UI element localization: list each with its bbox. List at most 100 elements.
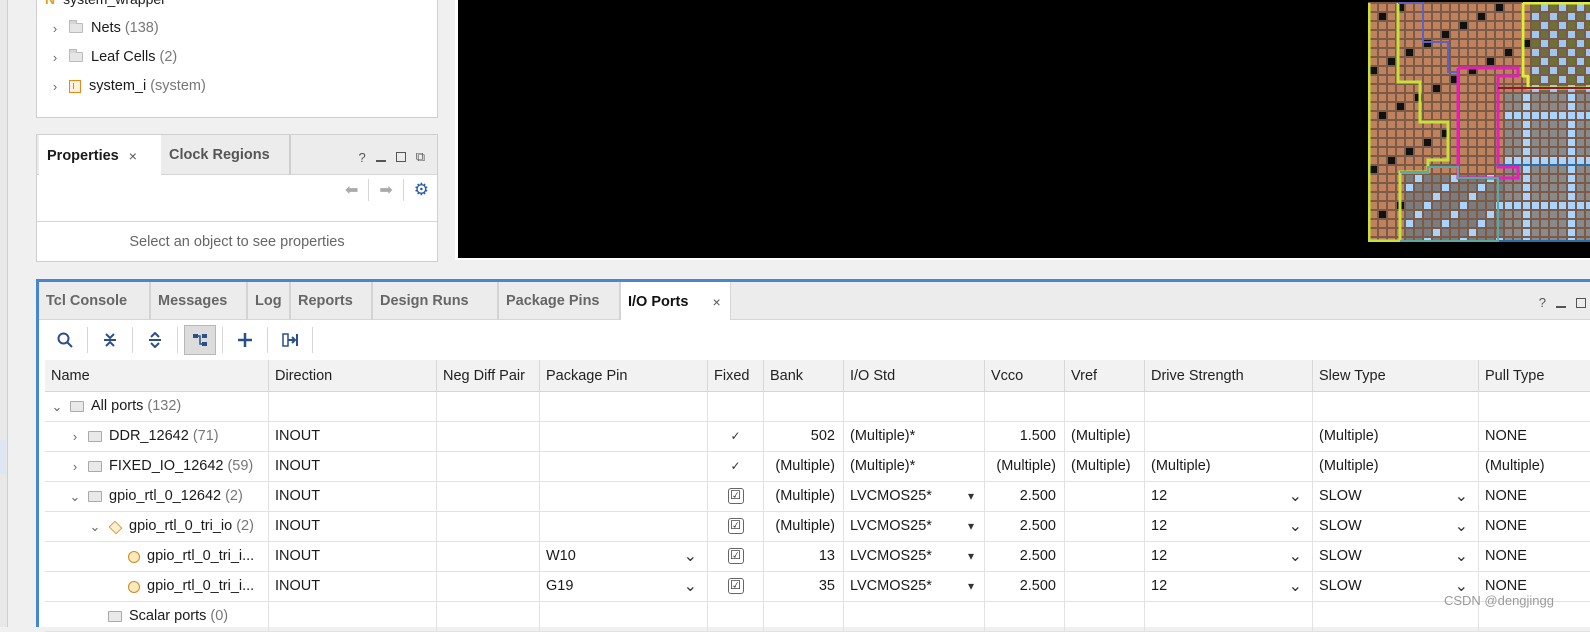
cell-vcco[interactable]: (Multiple) [985, 452, 1065, 481]
device-canvas[interactable] [458, 0, 1590, 258]
chevron-down-icon[interactable]: ⌄ [1289, 542, 1302, 571]
cell-neg[interactable] [437, 572, 540, 601]
chevron-down-icon[interactable]: ⌄ [1289, 482, 1302, 511]
close-icon[interactable]: × [129, 148, 137, 164]
dropdown-arrow-icon[interactable]: ▾ [968, 572, 974, 601]
chevron-down-icon[interactable]: ⌄ [69, 482, 81, 511]
cell-drive[interactable] [1145, 422, 1313, 451]
forward-arrow-icon[interactable]: ➡ [379, 180, 392, 200]
chevron-down-icon[interactable]: ⌄ [51, 392, 63, 421]
column-header-vref[interactable]: Vref [1065, 360, 1145, 392]
cell-iostd[interactable]: LVCMOS25* ▾ [844, 482, 985, 511]
dropdown-arrow-icon[interactable]: ▾ [968, 542, 974, 571]
cell-vcco[interactable]: 2.500 [985, 482, 1065, 511]
tab-clock-regions[interactable]: Clock Regions [161, 135, 291, 175]
table-row[interactable]: › DDR_12642 (71) INOUT ✓ 502 (Multiple)* 1.500 (… [45, 422, 1590, 452]
cell-vref[interactable] [1065, 482, 1145, 511]
chevron-right-icon[interactable]: › [49, 50, 61, 65]
column-header-io-std[interactable]: I/O Std [844, 360, 985, 392]
cell-name[interactable]: gpio_rtl_0_tri_i... [45, 542, 269, 571]
dropdown-arrow-icon[interactable]: ▾ [968, 512, 974, 541]
column-header-bank[interactable]: Bank [764, 360, 844, 392]
cell-pull[interactable]: NONE [1479, 542, 1590, 571]
cell-drive[interactable]: 12 ⌄ [1145, 572, 1313, 601]
cell-pin[interactable]: W10 ⌄ [540, 542, 708, 571]
cell-direction[interactable] [269, 392, 437, 421]
cell-drive[interactable]: 12 ⌄ [1145, 542, 1313, 571]
cell-iostd[interactable] [844, 392, 985, 421]
cell-name[interactable]: › DDR_12642 (71) [45, 422, 269, 451]
table-row[interactable]: ⌄ gpio_rtl_0_tri_io (2) INOUT ☑ (Multiple) LVC… [45, 512, 1590, 542]
cell-neg[interactable] [437, 482, 540, 511]
cell-drive[interactable]: 12 ⌄ [1145, 512, 1313, 541]
maximize-icon[interactable] [395, 152, 406, 162]
close-icon[interactable]: × [712, 294, 720, 310]
cell-drive[interactable]: (Multiple) [1145, 452, 1313, 481]
cell-vref[interactable] [1065, 392, 1145, 421]
table-row[interactable]: ⌄ All ports (132) [45, 392, 1590, 422]
cell-pin[interactable] [540, 482, 708, 511]
cell-neg[interactable] [437, 512, 540, 541]
cell-fixed[interactable]: ✓ [708, 422, 764, 451]
cell-fixed[interactable]: ☑ [708, 482, 764, 511]
expand-all-icon[interactable] [139, 325, 171, 355]
cell-pin[interactable] [540, 422, 708, 451]
maximize-icon[interactable] [1576, 297, 1586, 308]
cell-slew[interactable]: SLOW ⌄ [1313, 542, 1479, 571]
cell-neg[interactable] [437, 542, 540, 571]
cell-drive[interactable]: 12 ⌄ [1145, 482, 1313, 511]
tab-io-ports[interactable]: I/O Ports × [621, 282, 731, 321]
minimize-icon[interactable] [1556, 305, 1566, 308]
column-header-direction[interactable]: Direction [269, 360, 437, 392]
cell-slew[interactable]: SLOW ⌄ [1313, 512, 1479, 541]
cell-iostd[interactable]: (Multiple)* [844, 452, 985, 481]
chevron-down-icon[interactable]: ⌄ [89, 512, 101, 541]
cell-fixed[interactable] [708, 392, 764, 421]
cell-vcco[interactable]: 1.500 [985, 422, 1065, 451]
cell-pin[interactable] [540, 392, 708, 421]
cell-iostd[interactable]: (Multiple)* [844, 422, 985, 451]
group-by-interface-icon[interactable] [184, 325, 216, 355]
column-header-name[interactable]: Name [45, 360, 269, 392]
cell-bank[interactable]: 502 [764, 422, 844, 451]
cell-name[interactable]: ⌄ gpio_rtl_0_12642 (2) [45, 482, 269, 511]
cell-vref[interactable] [1065, 512, 1145, 541]
fixed-checkbox[interactable]: ☑ [727, 578, 744, 595]
chevron-right-icon[interactable]: › [49, 79, 61, 94]
cell-iostd[interactable]: LVCMOS25* ▾ [844, 542, 985, 571]
tree-root[interactable]: N system_wrapper [45, 0, 166, 7]
cell-fixed[interactable]: ☑ [708, 542, 764, 571]
cell-slew[interactable]: (Multiple) [1313, 422, 1479, 451]
cell-bank[interactable]: (Multiple) [764, 452, 844, 481]
tab-log[interactable]: Log [248, 282, 291, 320]
help-icon[interactable]: ? [1539, 295, 1546, 310]
cell-slew[interactable]: SLOW ⌄ [1313, 482, 1479, 511]
chevron-down-icon[interactable]: ⌄ [1289, 572, 1302, 601]
cell-pin[interactable] [540, 512, 708, 541]
cell-fixed[interactable]: ☑ [708, 512, 764, 541]
cell-vcco[interactable]: 2.500 [985, 542, 1065, 571]
tab-properties[interactable]: Properties × [39, 135, 161, 176]
column-header-vcco[interactable]: Vcco [985, 360, 1065, 392]
help-icon[interactable]: ? [358, 150, 365, 165]
device-floorplan[interactable] [1368, 2, 1590, 242]
cell-direction[interactable]: INOUT [269, 422, 437, 451]
minimize-icon[interactable] [375, 160, 386, 162]
tree-item-nets[interactable]: › Nets (138) [49, 15, 159, 41]
cell-pin[interactable]: G19 ⌄ [540, 572, 708, 601]
dropdown-arrow-icon[interactable]: ▾ [968, 482, 974, 511]
chevron-down-icon[interactable]: ⌄ [1455, 542, 1468, 571]
cell-direction[interactable]: INOUT [269, 452, 437, 481]
export-icon[interactable] [274, 325, 306, 355]
column-header-drive-strength[interactable]: Drive Strength [1145, 360, 1313, 392]
fixed-checkbox[interactable]: ☑ [727, 488, 744, 505]
table-row[interactable]: › FIXED_IO_12642 (59) INOUT ✓ (Multiple) (Mult… [45, 452, 1590, 482]
cell-iostd[interactable]: LVCMOS25* ▾ [844, 572, 985, 601]
cell-neg[interactable] [437, 392, 540, 421]
chevron-down-icon[interactable]: ⌄ [1289, 512, 1302, 541]
cell-direction[interactable]: INOUT [269, 482, 437, 511]
cell-name[interactable]: ⌄ All ports (132) [45, 392, 269, 421]
cell-fixed[interactable]: ☑ [708, 572, 764, 601]
cell-slew[interactable]: (Multiple) [1313, 452, 1479, 481]
add-icon[interactable] [229, 325, 261, 355]
